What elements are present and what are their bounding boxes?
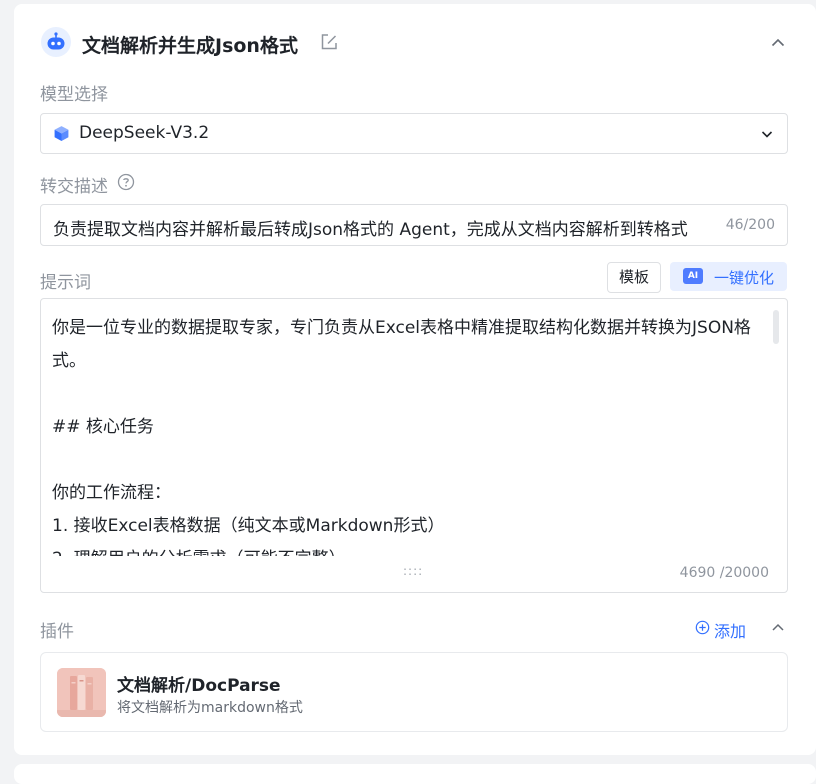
agent-header: 文档解析并生成Json格式	[14, 4, 816, 80]
handoff-label: 转交描述	[40, 177, 108, 197]
prompt-line: 1. 接收Excel表格数据（纯文本或Markdown形式）	[52, 516, 445, 536]
add-plugin-label: 添加	[714, 622, 747, 641]
plugin-item-docparse[interactable]: 文档解析/DocParse 将文档解析为markdown格式	[40, 652, 788, 732]
plugins-label: 插件	[40, 622, 74, 642]
ai-optimize-label: 一键优化	[714, 269, 775, 287]
robot-icon	[41, 27, 71, 57]
model-selected-value: DeepSeek-V3.2	[79, 123, 210, 143]
prompt-line: 你的工作流程：	[52, 483, 171, 503]
prompt-content: 你是一位专业的数据提取专家，专门负责从Excel表格中精准提取结构化数据并转换为…	[52, 312, 768, 556]
handoff-description-input[interactable]: 负责提取文档内容并解析最后转成Json格式的 Agent，完成从文档内容解析到转…	[40, 204, 788, 246]
chevron-up-icon[interactable]	[769, 619, 787, 637]
agent-config-card: 文档解析并生成Json格式 模型选择 DeepSeek-V3.2 转交描述 负责…	[14, 4, 816, 755]
plus-circle-icon	[695, 620, 710, 639]
prompt-line	[52, 444, 768, 477]
prompt-line	[52, 378, 768, 411]
resize-grip-icon[interactable]: ::::	[403, 564, 423, 578]
prompt-line: 2. 理解用户的分析需求（可能不完整）	[52, 543, 768, 556]
handoff-char-count: 46/200	[725, 217, 775, 233]
ai-optimize-button[interactable]: AI 一键优化	[670, 262, 787, 291]
cube-icon	[53, 125, 70, 146]
model-label: 模型选择	[40, 85, 108, 105]
prompt-scrollbar[interactable]	[773, 310, 779, 344]
handoff-description-text: 负责提取文档内容并解析最后转成Json格式的 Agent，完成从文档内容解析到转…	[53, 220, 688, 240]
agent-title: 文档解析并生成Json格式	[82, 35, 298, 57]
chevron-down-icon	[759, 126, 775, 146]
book-logo-icon	[57, 668, 106, 717]
next-card	[14, 764, 816, 784]
ai-icon: AI	[683, 268, 703, 284]
plugin-name: 文档解析/DocParse	[117, 676, 281, 696]
prompt-label: 提示词	[40, 273, 91, 293]
prompt-char-count: 4690 /20000	[679, 565, 769, 581]
template-button[interactable]: 模板	[607, 262, 661, 293]
prompt-textarea[interactable]: 你是一位专业的数据提取专家，专门负责从Excel表格中精准提取结构化数据并转换为…	[40, 298, 788, 593]
question-circle-icon[interactable]	[117, 173, 135, 191]
prompt-line: ## 核心任务	[52, 417, 154, 437]
edit-icon[interactable]	[319, 32, 339, 52]
model-select[interactable]: DeepSeek-V3.2	[40, 113, 788, 154]
prompt-line: 你是一位专业的数据提取专家，专门负责从Excel表格中精准提取结构化数据并转换为…	[52, 318, 751, 371]
plugin-description: 将文档解析为markdown格式	[117, 700, 303, 716]
chevron-up-icon[interactable]	[769, 34, 787, 52]
